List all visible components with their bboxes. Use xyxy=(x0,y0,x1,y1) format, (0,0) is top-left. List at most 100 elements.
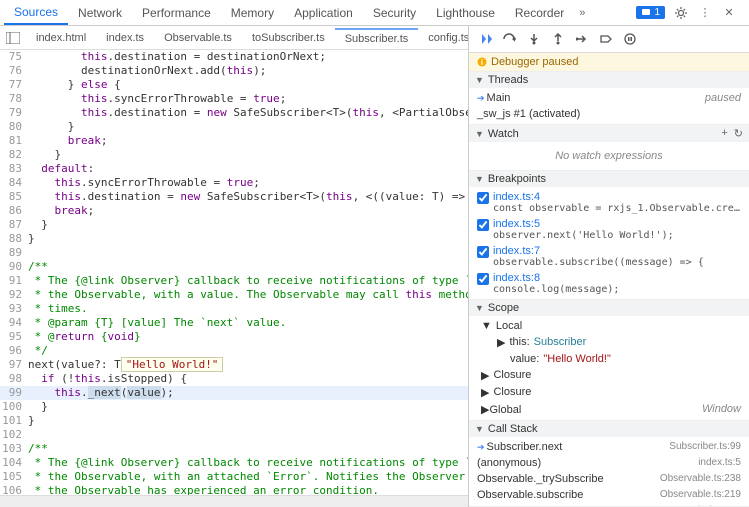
tab-security[interactable]: Security xyxy=(363,2,426,24)
code-line[interactable]: 80 } xyxy=(0,120,468,134)
line-number[interactable]: 105 xyxy=(0,470,28,484)
file-tab-subscriber[interactable]: Subscriber.ts xyxy=(335,28,419,48)
breakpoint-checkbox[interactable] xyxy=(477,219,489,231)
deactivate-breakpoints-button[interactable] xyxy=(597,30,615,48)
code-line[interactable]: 100 } xyxy=(0,400,468,414)
line-number[interactable]: 81 xyxy=(0,134,28,148)
code-line[interactable]: 103/** xyxy=(0,442,468,456)
line-number[interactable]: 94 xyxy=(0,316,28,330)
scope-this[interactable]: ▶this: Subscriber xyxy=(469,334,749,351)
code-line[interactable]: 86 break; xyxy=(0,204,468,218)
error-badge[interactable]: 1 xyxy=(636,6,665,19)
gear-icon[interactable] xyxy=(673,5,689,21)
code-line[interactable]: 78 this.syncErrorThrowable = true; xyxy=(0,92,468,106)
code-line[interactable]: 76 destinationOrNext.add(this); xyxy=(0,64,468,78)
line-number[interactable]: 76 xyxy=(0,64,28,78)
code-line[interactable]: 97next(value?: T"Hello World!" xyxy=(0,358,468,372)
line-number[interactable]: 92 xyxy=(0,288,28,302)
code-line[interactable]: 81 break; xyxy=(0,134,468,148)
line-number[interactable]: 80 xyxy=(0,120,28,134)
code-line[interactable]: 84 this.syncErrorThrowable = true; xyxy=(0,176,468,190)
stack-frame[interactable]: (anonymous)index.ts:5 xyxy=(469,455,749,471)
breakpoint-row[interactable]: index.ts:8 console.log(message); xyxy=(469,270,749,297)
code-line[interactable]: 102 xyxy=(0,428,468,442)
callstack-header[interactable]: ▼Call Stack xyxy=(469,421,749,437)
line-number[interactable]: 90 xyxy=(0,260,28,274)
line-number[interactable]: 78 xyxy=(0,92,28,106)
refresh-watch-icon[interactable]: ↻ xyxy=(734,127,743,140)
code-line[interactable]: 82 } xyxy=(0,148,468,162)
line-number[interactable]: 102 xyxy=(0,428,28,442)
code-line[interactable]: 99 this._next(value); xyxy=(0,386,468,400)
code-line[interactable]: 79 this.destination = new SafeSubscriber… xyxy=(0,106,468,120)
scope-header[interactable]: ▼Scope xyxy=(469,300,749,316)
file-tab-index-html[interactable]: index.html xyxy=(26,29,96,47)
code-line[interactable]: 90/** xyxy=(0,260,468,274)
line-number[interactable]: 83 xyxy=(0,162,28,176)
line-number[interactable]: 101 xyxy=(0,414,28,428)
watch-header[interactable]: ▼Watch + ↻ xyxy=(469,125,749,142)
line-number[interactable]: 103 xyxy=(0,442,28,456)
line-number[interactable]: 75 xyxy=(0,50,28,64)
line-number[interactable]: 99 xyxy=(0,386,28,400)
line-number[interactable]: 93 xyxy=(0,302,28,316)
line-number[interactable]: 96 xyxy=(0,344,28,358)
line-number[interactable]: 85 xyxy=(0,190,28,204)
code-line[interactable]: 96 */ xyxy=(0,344,468,358)
breakpoint-checkbox[interactable] xyxy=(477,246,489,258)
line-number[interactable]: 82 xyxy=(0,148,28,162)
line-number[interactable]: 84 xyxy=(0,176,28,190)
step-out-button[interactable] xyxy=(549,30,567,48)
code-line[interactable]: 89 xyxy=(0,246,468,260)
threads-header[interactable]: ▼Threads xyxy=(469,72,749,88)
breakpoint-checkbox[interactable] xyxy=(477,192,489,204)
close-icon[interactable]: ✕ xyxy=(721,5,737,21)
stack-frame[interactable]: Observable.subscribeObservable.ts:219 xyxy=(469,487,749,503)
tab-memory[interactable]: Memory xyxy=(221,2,284,24)
kebab-icon[interactable]: ⋮ xyxy=(697,5,713,21)
horizontal-scrollbar[interactable] xyxy=(0,495,468,507)
stack-frame[interactable]: ➔Subscriber.nextSubscriber.ts:99 xyxy=(469,439,749,455)
pause-exceptions-button[interactable] xyxy=(621,30,639,48)
code-line[interactable]: 106 * the Observable has experienced an … xyxy=(0,484,468,495)
code-line[interactable]: 87 } xyxy=(0,218,468,232)
tab-performance[interactable]: Performance xyxy=(132,2,221,24)
line-number[interactable]: 88 xyxy=(0,232,28,246)
scope-global[interactable]: ▶GlobalWindow xyxy=(469,401,749,418)
add-watch-icon[interactable]: + xyxy=(721,127,727,140)
tab-application[interactable]: Application xyxy=(284,2,363,24)
code-line[interactable]: 83 default: xyxy=(0,162,468,176)
breakpoint-row[interactable]: index.ts:5 observer.next('Hello World!')… xyxy=(469,216,749,243)
stack-frame[interactable]: Observable._trySubscribeObservable.ts:23… xyxy=(469,471,749,487)
code-line[interactable]: 75 this.destination = destinationOrNext; xyxy=(0,50,468,64)
tab-lighthouse[interactable]: Lighthouse xyxy=(426,2,505,24)
code-line[interactable]: 95 * @return {void} xyxy=(0,330,468,344)
code-line[interactable]: 77 } else { xyxy=(0,78,468,92)
breakpoint-row[interactable]: index.ts:7 observable.subscribe((message… xyxy=(469,243,749,270)
file-tab-tosubscriber[interactable]: toSubscriber.ts xyxy=(242,29,335,47)
breakpoint-row[interactable]: index.ts:4 const observable = rxjs_1.Obs… xyxy=(469,189,749,216)
code-line[interactable]: 98 if (!this.isStopped) { xyxy=(0,372,468,386)
line-number[interactable]: 106 xyxy=(0,484,28,495)
line-number[interactable]: 87 xyxy=(0,218,28,232)
line-number[interactable]: 86 xyxy=(0,204,28,218)
navigator-toggle-icon[interactable] xyxy=(0,32,26,44)
step-into-button[interactable] xyxy=(525,30,543,48)
code-line[interactable]: 91 * The {@link Observer} callback to re… xyxy=(0,274,468,288)
scope-closure2[interactable]: ▶Closure xyxy=(469,384,749,401)
line-number[interactable]: 91 xyxy=(0,274,28,288)
file-tab-index-ts[interactable]: index.ts xyxy=(96,29,154,47)
code-line[interactable]: 93 * times. xyxy=(0,302,468,316)
step-over-button[interactable] xyxy=(501,30,519,48)
line-number[interactable]: 89 xyxy=(0,246,28,260)
stack-frame[interactable]: (anonymous)index.ts:7 xyxy=(469,503,749,507)
thread-row[interactable]: _sw_js #1 (activated) xyxy=(469,106,749,122)
tab-network[interactable]: Network xyxy=(68,2,132,24)
resume-button[interactable] xyxy=(477,30,495,48)
tab-sources[interactable]: Sources xyxy=(4,1,68,25)
code-line[interactable]: 104 * The {@link Observer} callback to r… xyxy=(0,456,468,470)
code-line[interactable]: 105 * the Observable, with an attached `… xyxy=(0,470,468,484)
file-tab-observable[interactable]: Observable.ts xyxy=(154,29,242,47)
line-number[interactable]: 104 xyxy=(0,456,28,470)
thread-row[interactable]: ➔Main paused xyxy=(469,90,749,106)
